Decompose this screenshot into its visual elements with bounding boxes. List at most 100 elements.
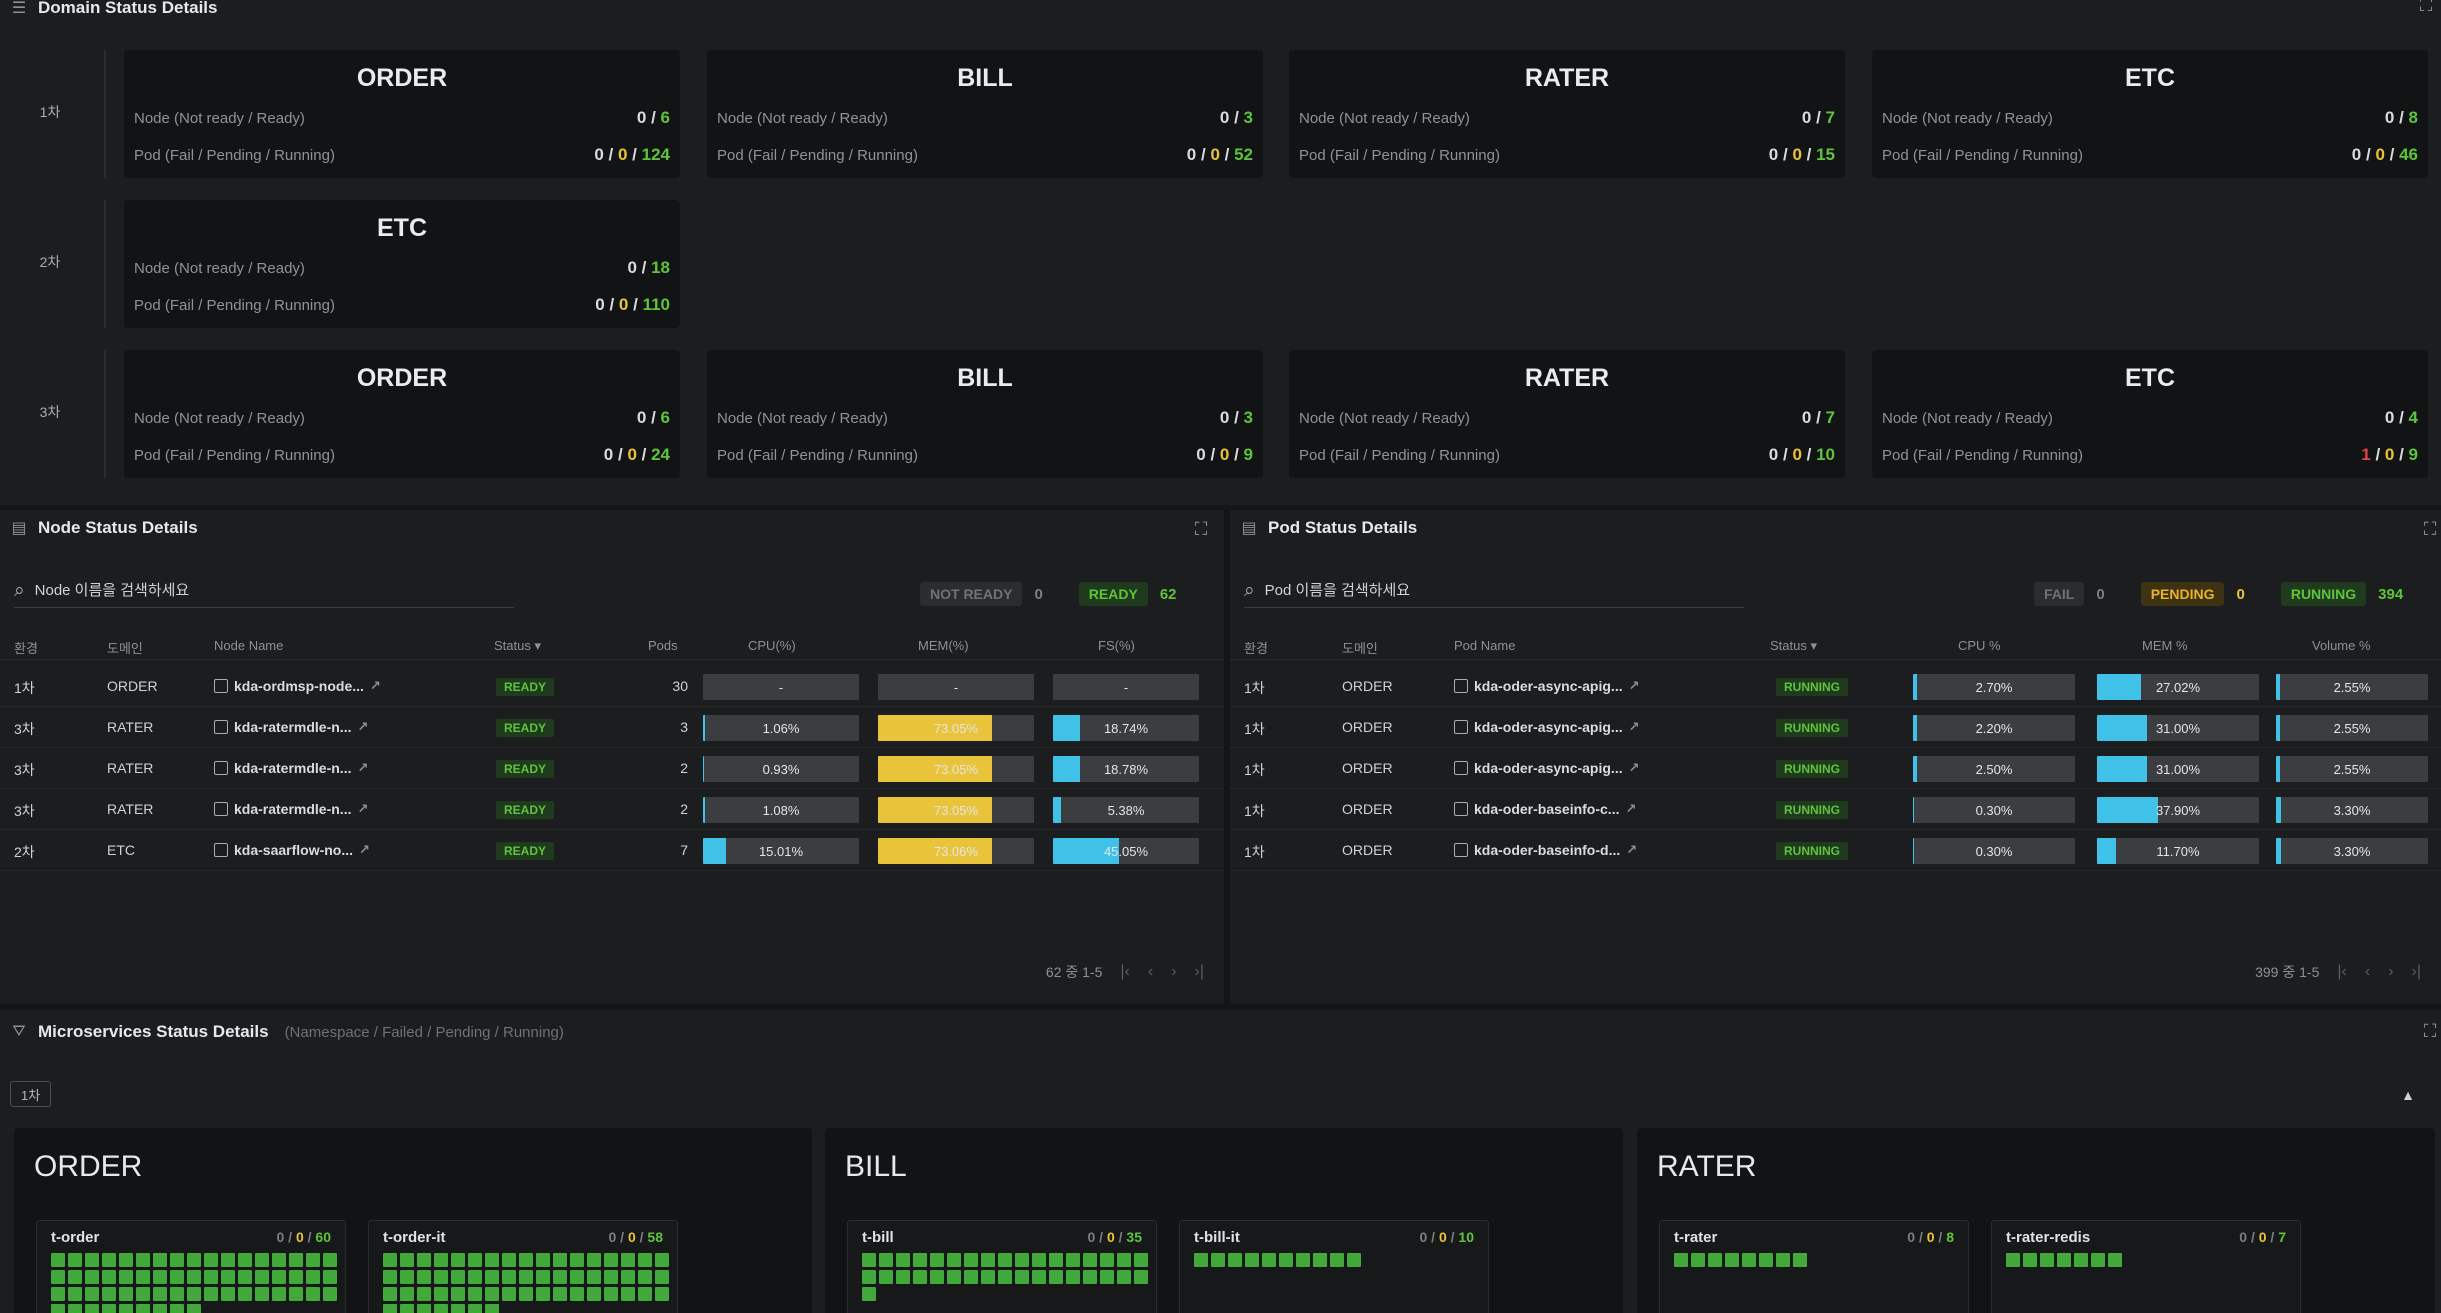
pod-dot[interactable] bbox=[417, 1270, 431, 1284]
table-row[interactable]: 3차 RATER kda-ratermdle-n... ↗ READY 3 1.0… bbox=[0, 707, 1224, 748]
pod-dot[interactable] bbox=[1117, 1253, 1131, 1267]
table-row[interactable]: 3차 RATER kda-ratermdle-n... ↗ READY 2 1.0… bbox=[0, 789, 1224, 830]
service-box[interactable]: t-order 0 / 0 / 60 bbox=[36, 1220, 346, 1313]
pod-dot[interactable] bbox=[570, 1287, 584, 1301]
table-row[interactable]: 1차 ORDER kda-oder-baseinfo-d... ↗ RUNNING… bbox=[1230, 830, 2441, 871]
cell-node-name[interactable]: kda-saarflow-no... ↗ bbox=[214, 842, 370, 858]
pod-dot[interactable] bbox=[255, 1287, 269, 1301]
pod-dot[interactable] bbox=[947, 1270, 961, 1284]
pod-dot[interactable] bbox=[468, 1304, 482, 1313]
pod-dot[interactable] bbox=[553, 1287, 567, 1301]
pod-dot[interactable] bbox=[879, 1253, 893, 1267]
service-box[interactable]: t-order-it 0 / 0 / 58 bbox=[368, 1220, 678, 1313]
col-env[interactable]: 환경 bbox=[1244, 638, 1268, 657]
pod-dot[interactable] bbox=[1793, 1253, 1807, 1267]
pod-dot[interactable] bbox=[170, 1287, 184, 1301]
pod-dot[interactable] bbox=[136, 1253, 150, 1267]
pod-dot[interactable] bbox=[51, 1270, 65, 1284]
service-box[interactable]: t-bill 0 / 0 / 35 bbox=[847, 1220, 1157, 1313]
copy-icon[interactable] bbox=[1454, 843, 1468, 857]
pod-dot[interactable] bbox=[1296, 1253, 1310, 1267]
pod-dot[interactable] bbox=[1049, 1253, 1063, 1267]
col-mem[interactable]: MEM(%) bbox=[918, 638, 969, 653]
pod-dot[interactable] bbox=[468, 1287, 482, 1301]
pod-dot[interactable] bbox=[485, 1253, 499, 1267]
pod-dot[interactable] bbox=[1194, 1253, 1208, 1267]
pod-dot[interactable] bbox=[1032, 1270, 1046, 1284]
next-page-icon[interactable]: › bbox=[2388, 963, 2393, 981]
pod-dot[interactable] bbox=[1134, 1270, 1148, 1284]
pod-dot[interactable] bbox=[604, 1253, 618, 1267]
cell-pod-name[interactable]: kda-oder-async-apig... ↗ bbox=[1454, 678, 1640, 694]
pod-dot[interactable] bbox=[434, 1287, 448, 1301]
domain-card[interactable]: ORDER Node (Not ready / Ready) 0 / 6 Pod… bbox=[124, 50, 680, 178]
pod-dot[interactable] bbox=[417, 1253, 431, 1267]
pod-search-input[interactable] bbox=[1264, 582, 1705, 599]
pod-dot[interactable] bbox=[85, 1270, 99, 1284]
pod-dot[interactable] bbox=[187, 1253, 201, 1267]
col-mem[interactable]: MEM % bbox=[2142, 638, 2188, 653]
pod-dot[interactable] bbox=[400, 1287, 414, 1301]
pod-dot[interactable] bbox=[153, 1304, 167, 1313]
pod-dot[interactable] bbox=[221, 1287, 235, 1301]
pod-dot[interactable] bbox=[383, 1304, 397, 1313]
col-fs[interactable]: FS(%) bbox=[1098, 638, 1135, 653]
pod-dot[interactable] bbox=[323, 1270, 337, 1284]
pod-dot[interactable] bbox=[621, 1287, 635, 1301]
cell-pod-name[interactable]: kda-oder-async-apig... ↗ bbox=[1454, 719, 1640, 735]
node-expand-icon[interactable]: ⛶ bbox=[1190, 518, 1212, 540]
pod-dot[interactable] bbox=[468, 1270, 482, 1284]
pod-dot[interactable] bbox=[485, 1287, 499, 1301]
pod-dot[interactable] bbox=[1100, 1253, 1114, 1267]
pod-dot[interactable] bbox=[238, 1287, 252, 1301]
pod-dot[interactable] bbox=[102, 1287, 116, 1301]
pod-dot[interactable] bbox=[1211, 1253, 1225, 1267]
pod-dot[interactable] bbox=[434, 1253, 448, 1267]
pod-dot[interactable] bbox=[204, 1253, 218, 1267]
pod-dot[interactable] bbox=[51, 1287, 65, 1301]
pod-dot[interactable] bbox=[289, 1270, 303, 1284]
copy-icon[interactable] bbox=[1454, 679, 1468, 693]
pod-dot[interactable] bbox=[485, 1304, 499, 1313]
pod-dot[interactable] bbox=[51, 1253, 65, 1267]
domain-card[interactable]: RATER Node (Not ready / Ready) 0 / 7 Pod… bbox=[1289, 50, 1845, 178]
pod-dot[interactable] bbox=[1228, 1253, 1242, 1267]
cell-pod-name[interactable]: kda-oder-baseinfo-d... ↗ bbox=[1454, 842, 1637, 858]
col-pods[interactable]: Pods bbox=[648, 638, 678, 653]
pod-dot[interactable] bbox=[519, 1270, 533, 1284]
pod-dot[interactable] bbox=[502, 1253, 516, 1267]
pod-dot[interactable] bbox=[400, 1304, 414, 1313]
domain-card[interactable]: ETC Node (Not ready / Ready) 0 / 18 Pod … bbox=[124, 200, 680, 328]
pod-dot[interactable] bbox=[2023, 1253, 2037, 1267]
col-cpu[interactable]: CPU(%) bbox=[748, 638, 796, 653]
pod-dot[interactable] bbox=[85, 1304, 99, 1313]
copy-icon[interactable] bbox=[214, 720, 228, 734]
collapse-icon[interactable]: ▲ bbox=[2401, 1087, 2415, 1103]
pod-dot[interactable] bbox=[1776, 1253, 1790, 1267]
domain-card[interactable]: RATER Node (Not ready / Ready) 0 / 7 Pod… bbox=[1289, 350, 1845, 478]
copy-icon[interactable] bbox=[1454, 761, 1468, 775]
pod-dot[interactable] bbox=[964, 1253, 978, 1267]
pod-dot[interactable] bbox=[1725, 1253, 1739, 1267]
cell-pod-name[interactable]: kda-oder-async-apig... ↗ bbox=[1454, 760, 1640, 776]
pod-dot[interactable] bbox=[862, 1270, 876, 1284]
pod-dot[interactable] bbox=[323, 1287, 337, 1301]
pod-dot[interactable] bbox=[119, 1304, 133, 1313]
node-search-input[interactable] bbox=[34, 582, 475, 599]
pod-dot[interactable] bbox=[621, 1270, 635, 1284]
pod-expand-icon[interactable]: ⛶ bbox=[2419, 518, 2441, 540]
pod-dot[interactable] bbox=[153, 1253, 167, 1267]
pod-dot[interactable] bbox=[289, 1287, 303, 1301]
pod-dot[interactable] bbox=[570, 1253, 584, 1267]
pod-dot[interactable] bbox=[2108, 1253, 2122, 1267]
pod-dot[interactable] bbox=[1117, 1270, 1131, 1284]
pod-dot[interactable] bbox=[153, 1287, 167, 1301]
pod-dot[interactable] bbox=[289, 1253, 303, 1267]
pod-dot[interactable] bbox=[930, 1270, 944, 1284]
pod-dot[interactable] bbox=[383, 1253, 397, 1267]
prev-page-icon[interactable]: ‹ bbox=[1148, 963, 1153, 981]
pod-dot[interactable] bbox=[536, 1287, 550, 1301]
pod-dot[interactable] bbox=[519, 1253, 533, 1267]
pod-dot[interactable] bbox=[502, 1270, 516, 1284]
pod-dot[interactable] bbox=[1245, 1253, 1259, 1267]
